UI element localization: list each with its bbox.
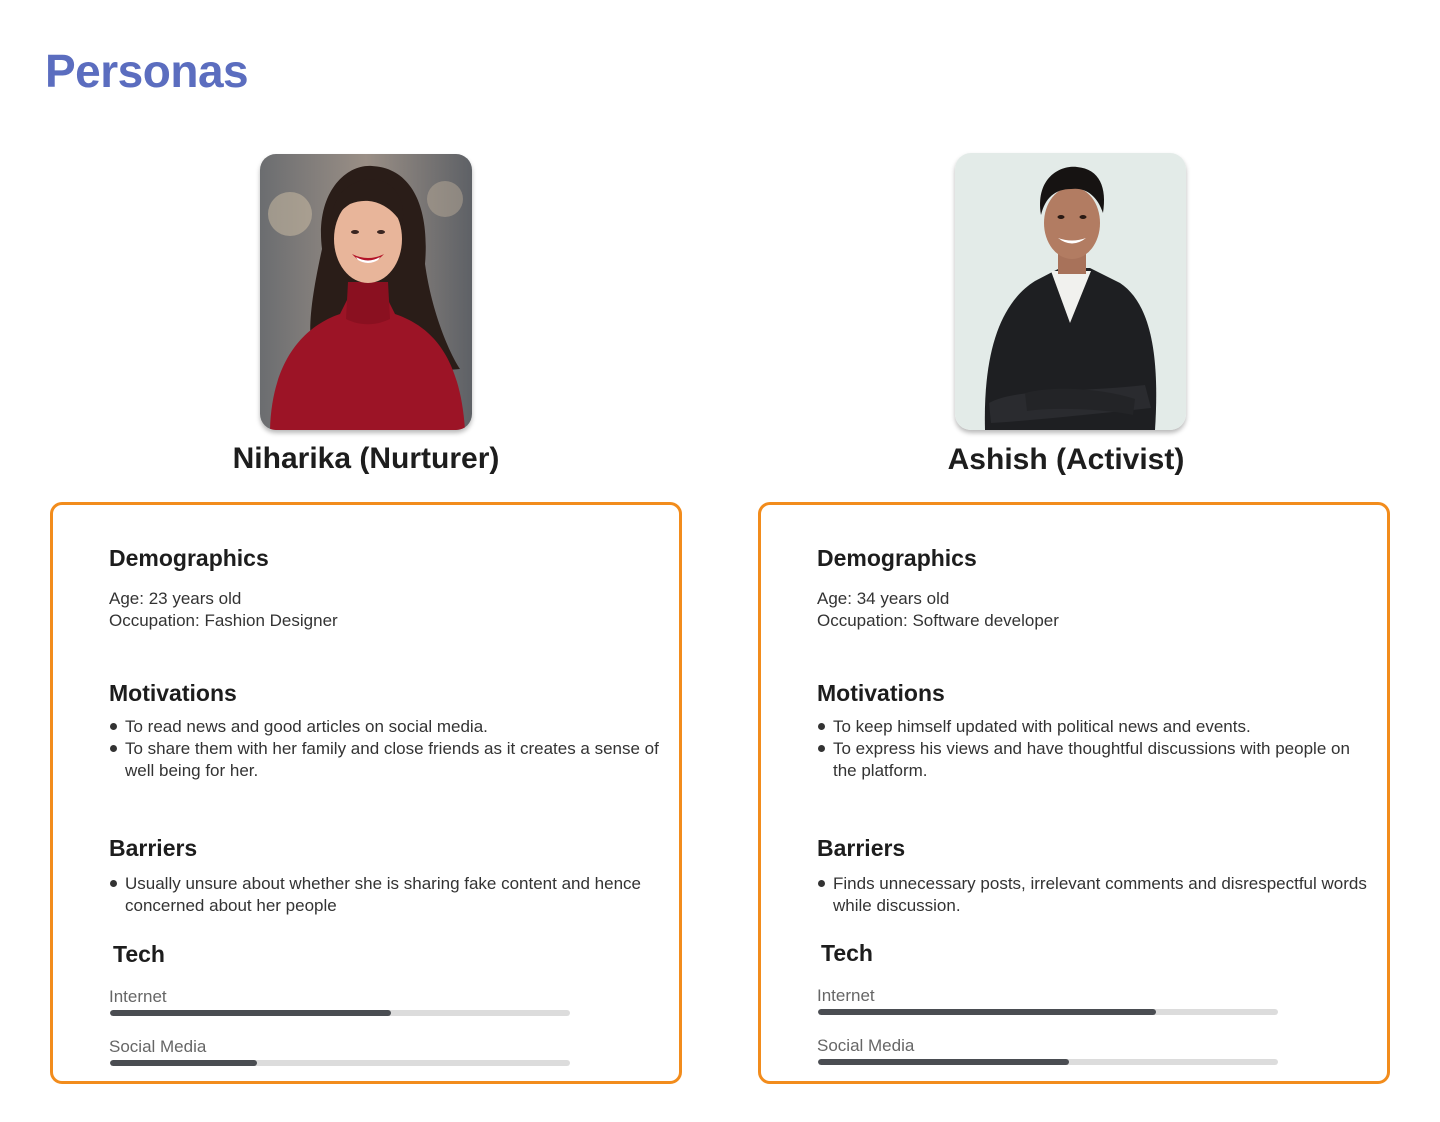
internet-bar [110, 1010, 570, 1016]
persona-card: Demographics Age: 34 years old Occupatio… [758, 502, 1390, 1084]
demographics-heading: Demographics [109, 545, 269, 571]
persona-photo [260, 154, 472, 430]
barriers-list: Finds unnecessary posts, irrelevant comm… [817, 873, 1377, 917]
motivations-heading: Motivations [817, 680, 945, 706]
motivations-heading: Motivations [109, 680, 237, 706]
social-media-bar-fill [818, 1059, 1069, 1065]
age-text: Age: 34 years old [817, 589, 950, 608]
social-media-label: Social Media [109, 1037, 207, 1056]
barriers-heading: Barriers [817, 835, 906, 861]
demographics-heading: Demographics [817, 545, 977, 571]
man-portrait-image [955, 153, 1186, 430]
tech-heading: Tech [113, 941, 165, 967]
list-item: To keep himself updated with political n… [817, 716, 1377, 738]
page-title: Personas [45, 45, 249, 97]
woman-portrait-image [260, 154, 472, 430]
social-media-bar [818, 1059, 1278, 1065]
age-text: Age: 23 years old [109, 589, 242, 608]
internet-bar-fill [110, 1010, 391, 1016]
persona-name: Ashish (Activist) [947, 443, 1185, 476]
list-item: Finds unnecessary posts, irrelevant comm… [817, 873, 1377, 917]
list-item: To share them with her family and close … [109, 738, 669, 782]
persona-card: Demographics Age: 23 years old Occupatio… [50, 502, 682, 1084]
internet-label: Internet [817, 986, 875, 1005]
list-item: Usually unsure about whether she is shar… [109, 873, 669, 917]
barriers-heading: Barriers [109, 835, 198, 861]
list-item: To express his views and have thoughtful… [817, 738, 1377, 782]
tech-heading: Tech [821, 940, 873, 966]
list-item: To read news and good articles on social… [109, 716, 669, 738]
social-media-bar-fill [110, 1060, 258, 1066]
internet-bar [818, 1009, 1278, 1015]
motivations-list: To keep himself updated with political n… [817, 716, 1377, 782]
persona-name: Niharika (Nurturer) [232, 442, 500, 475]
internet-bar-fill [818, 1009, 1157, 1015]
social-media-bar [110, 1060, 570, 1066]
motivations-list: To read news and good articles on social… [109, 716, 669, 782]
occupation-text: Occupation: Fashion Designer [109, 611, 338, 630]
occupation-text: Occupation: Software developer [817, 611, 1059, 630]
internet-label: Internet [109, 987, 167, 1006]
social-media-label: Social Media [817, 1036, 915, 1055]
barriers-list: Usually unsure about whether she is shar… [109, 873, 669, 917]
persona-photo [955, 153, 1186, 430]
